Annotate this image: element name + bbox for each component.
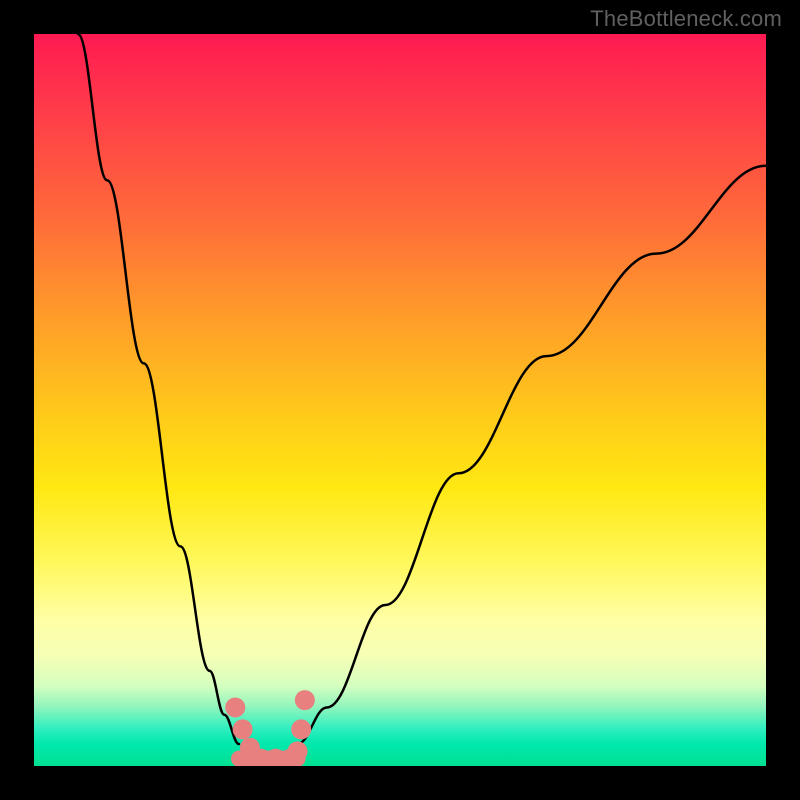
data-marker <box>291 719 311 739</box>
watermark-text: TheBottleneck.com <box>590 6 782 32</box>
curve-right-branch <box>298 166 766 744</box>
data-marker <box>233 719 253 739</box>
curve-left-branch <box>78 34 239 744</box>
data-marker <box>288 741 308 761</box>
data-marker <box>295 690 315 710</box>
data-marker <box>225 697 245 717</box>
plot-area <box>34 34 766 766</box>
chart-svg <box>34 34 766 766</box>
